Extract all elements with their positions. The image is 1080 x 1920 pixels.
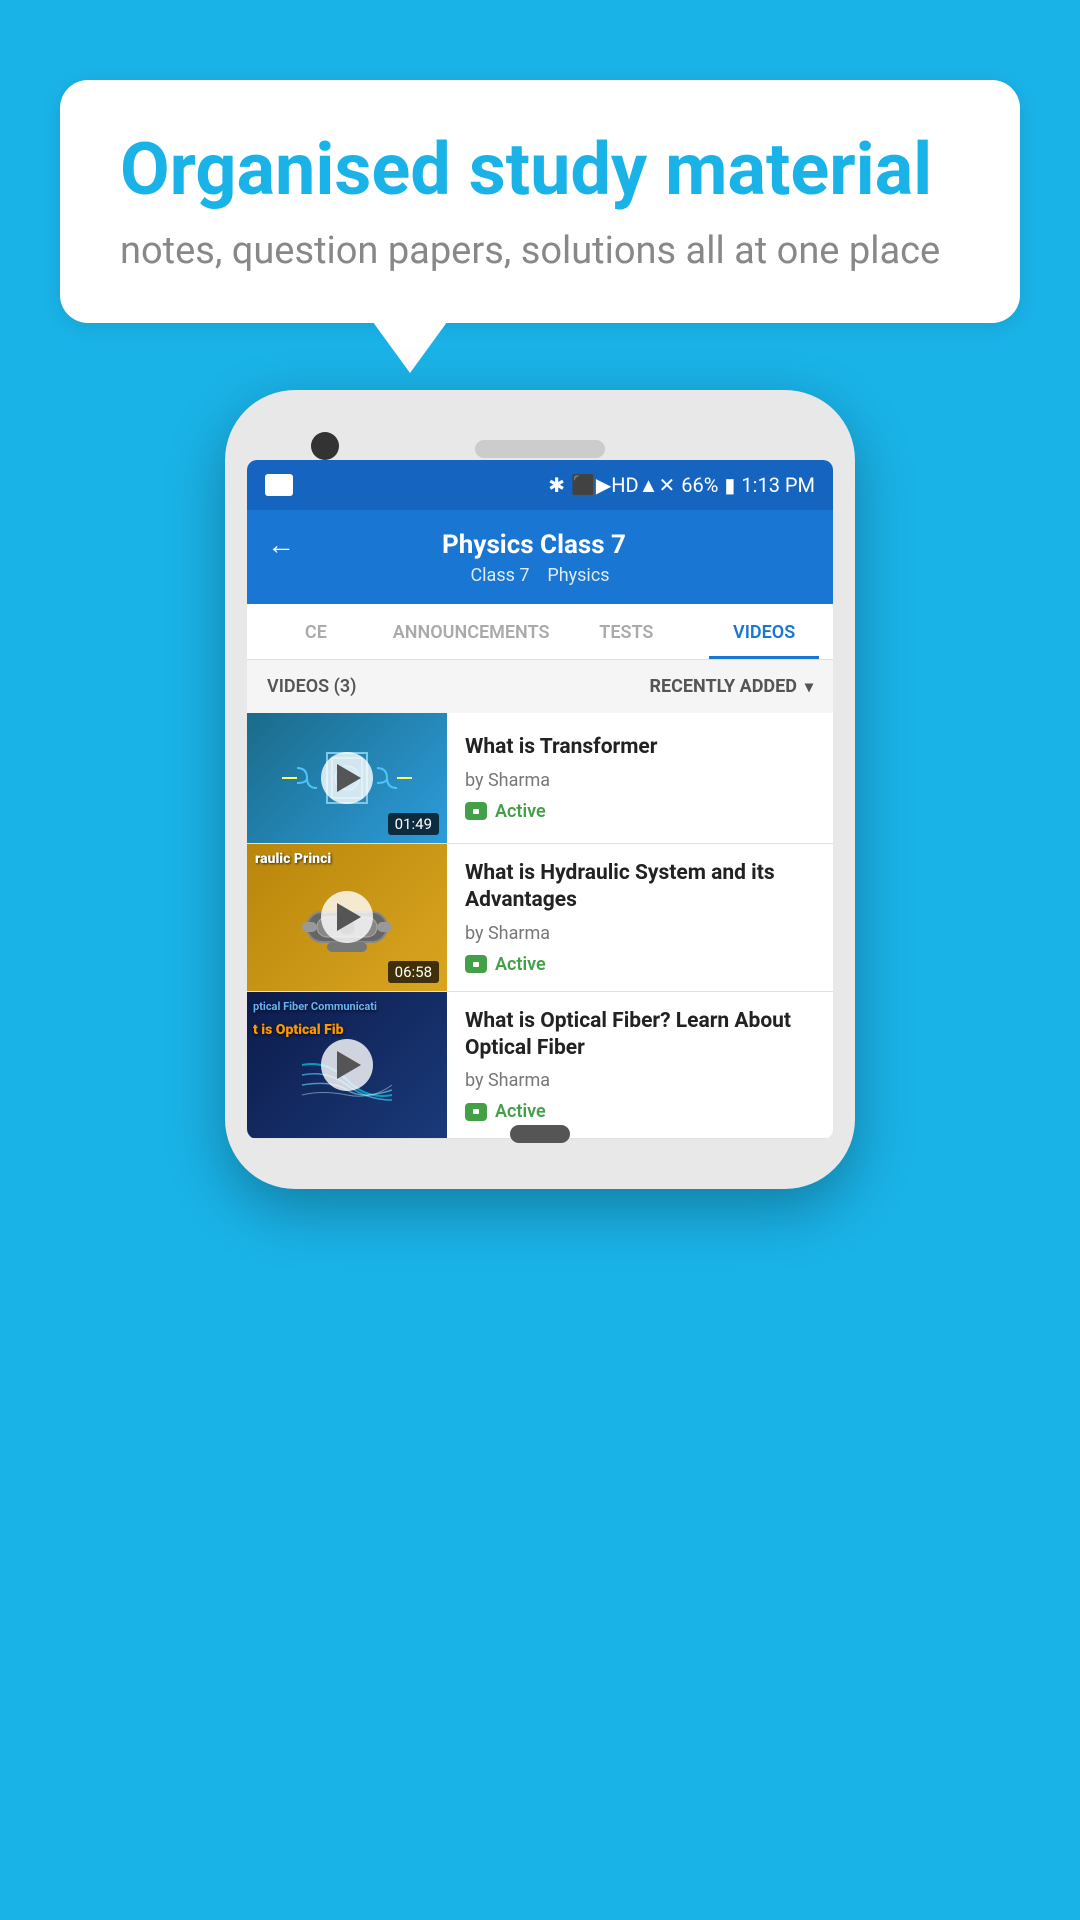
video-author-2: by Sharma (465, 923, 815, 944)
home-button[interactable] (510, 1125, 570, 1143)
video-duration-1: 01:49 (388, 813, 439, 835)
video-duration-2: 06:58 (388, 961, 439, 983)
play-button-3[interactable] (321, 1039, 373, 1091)
video-thumbnail-2: raulic Princi (247, 844, 447, 991)
phone-body: ✱ ⬛▶HD▲✕ 66% ▮ 1:13 PM ← Physics Class 7 (225, 390, 855, 1189)
video-title-3: What is Optical Fiber? Learn About Optic… (465, 1008, 815, 1063)
hero-section: Organised study material notes, question… (0, 0, 1080, 363)
status-right: ✱ ⬛▶HD▲✕ 66% ▮ 1:13 PM (548, 473, 815, 498)
phone-mockup: ✱ ⬛▶HD▲✕ 66% ▮ 1:13 PM ← Physics Class 7 (80, 390, 1000, 1189)
breadcrumb-subject: Physics (547, 565, 609, 586)
active-badge-1: Active (465, 801, 815, 822)
hero-subtitle: notes, question papers, solutions all at… (120, 229, 960, 273)
speaker (475, 440, 605, 458)
video-thumbnail-3: ptical Fiber Communicati t is Optical Fi… (247, 992, 447, 1139)
breadcrumb-class: Class 7 (470, 565, 529, 586)
camera (311, 432, 339, 460)
optical-label-top: ptical Fiber Communicati (247, 1000, 447, 1013)
list-item[interactable]: 01:49 What is Transformer by Sharma Acti… (247, 713, 833, 844)
bluetooth-icon: ✱ (548, 473, 565, 497)
play-button-2[interactable] (321, 891, 373, 943)
video-author-1: by Sharma (465, 770, 815, 791)
battery-icon: ▮ (724, 473, 735, 497)
header-breadcrumb: Class 7 Physics (470, 565, 609, 586)
app-header: ← Physics Class 7 Class 7 Physics (247, 510, 833, 604)
filter-bar: VIDEOS (3) RECENTLY ADDED ▾ (247, 660, 833, 713)
active-label-2: Active (495, 954, 546, 975)
videos-count: VIDEOS (3) (267, 676, 356, 697)
video-thumbnail-1: 01:49 (247, 713, 447, 843)
video-title-1: What is Transformer (465, 734, 815, 761)
chat-icon-3 (465, 1103, 487, 1121)
list-item[interactable]: raulic Princi (247, 844, 833, 992)
video-author-3: by Sharma (465, 1070, 815, 1091)
tab-tests[interactable]: TESTS (557, 604, 695, 659)
play-icon-1 (337, 764, 361, 792)
active-badge-2: Active (465, 954, 815, 975)
status-bar: ✱ ⬛▶HD▲✕ 66% ▮ 1:13 PM (247, 460, 833, 510)
tab-ce[interactable]: CE (247, 604, 385, 659)
video-title-2: What is Hydraulic System and its Advanta… (465, 860, 815, 915)
sort-label: RECENTLY ADDED (649, 676, 797, 697)
video-list: 01:49 What is Transformer by Sharma Acti… (247, 713, 833, 1139)
video-info-1: What is Transformer by Sharma Active (447, 713, 833, 843)
list-item[interactable]: ptical Fiber Communicati t is Optical Fi… (247, 992, 833, 1140)
play-icon-3 (337, 1051, 361, 1079)
speech-bubble: Organised study material notes, question… (60, 80, 1020, 323)
active-label-3: Active (495, 1101, 546, 1122)
time: 1:13 PM (741, 473, 815, 497)
hero-title: Organised study material (120, 130, 960, 209)
battery-percent: 66% (681, 473, 718, 497)
screen-title: Physics Class 7 (295, 530, 773, 560)
back-button[interactable]: ← (267, 528, 295, 561)
tab-videos[interactable]: VIDEOS (695, 604, 833, 659)
tabs-bar: CE ANNOUNCEMENTS TESTS VIDEOS (247, 604, 833, 660)
chat-icon-1 (465, 802, 487, 820)
status-app-icon (265, 474, 293, 496)
hydraulic-label: raulic Princi (247, 852, 447, 867)
optical-label-mid: t is Optical Fib (247, 1022, 447, 1038)
header-top: ← Physics Class 7 (267, 528, 813, 561)
play-button-1[interactable] (321, 752, 373, 804)
tab-announcements[interactable]: ANNOUNCEMENTS (385, 604, 558, 659)
chat-icon-2 (465, 955, 487, 973)
active-badge-3: Active (465, 1101, 815, 1122)
video-info-3: What is Optical Fiber? Learn About Optic… (447, 992, 833, 1139)
active-label-1: Active (495, 801, 546, 822)
sort-dropdown[interactable]: RECENTLY ADDED ▾ (649, 676, 813, 697)
video-info-2: What is Hydraulic System and its Advanta… (447, 844, 833, 991)
chevron-down-icon: ▾ (805, 677, 813, 696)
phone-screen: ✱ ⬛▶HD▲✕ 66% ▮ 1:13 PM ← Physics Class 7 (247, 460, 833, 1139)
signal-icons: ⬛▶HD▲✕ (571, 473, 675, 498)
play-icon-2 (337, 903, 361, 931)
